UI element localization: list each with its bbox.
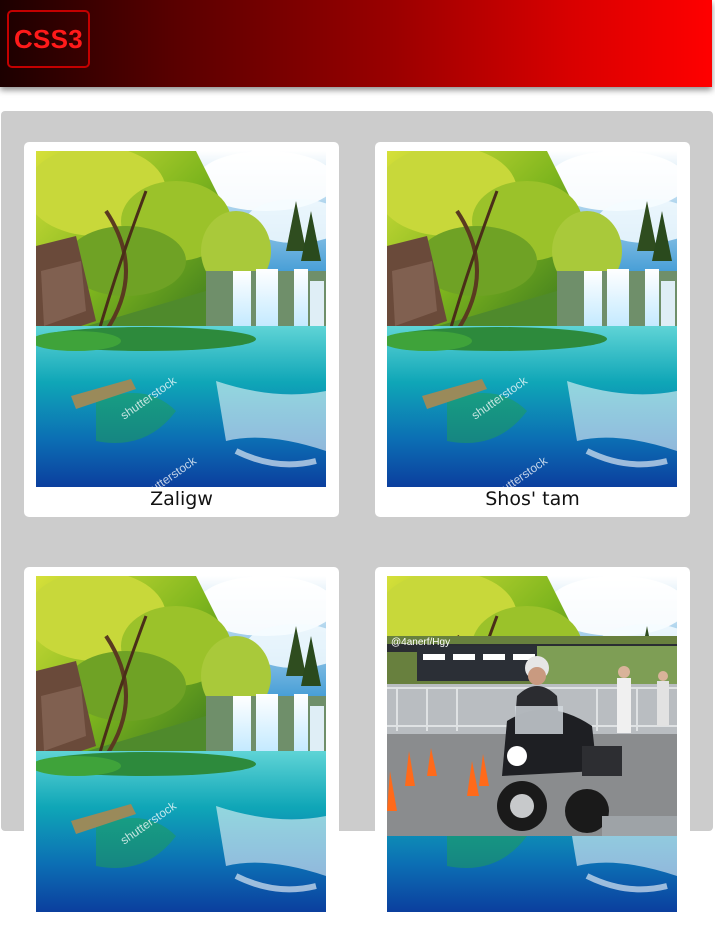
photo-caption: Shos' tam: [485, 488, 580, 510]
gallery-panel: shutterstock shutterstock Zaligw shutter…: [1, 111, 713, 942]
overlay-watermark-tag: @4anerf/Hgy: [391, 637, 451, 648]
motorcycle-photo-overlay: @4anerf/Hgy: [387, 636, 677, 836]
photo-caption: Zaligw: [150, 488, 213, 510]
css3-logo[interactable]: CSS3: [7, 10, 90, 68]
gallery-card[interactable]: shutterstock shutterstock Zaligw: [24, 142, 339, 517]
gallery-photo[interactable]: shutterstock shutterstock: [36, 151, 326, 487]
gallery-photo[interactable]: shutterstock: [36, 576, 326, 912]
top-header-bar: CSS3: [0, 0, 712, 87]
gallery-card[interactable]: @4anerf/Hgy: [375, 567, 690, 942]
gallery-photo[interactable]: @4anerf/Hgy: [387, 576, 677, 912]
gallery-card[interactable]: shutterstock: [24, 567, 339, 942]
gallery-card[interactable]: shutterstock shutterstock Shos' tam: [375, 142, 690, 517]
gallery-photo[interactable]: shutterstock shutterstock: [387, 151, 677, 487]
